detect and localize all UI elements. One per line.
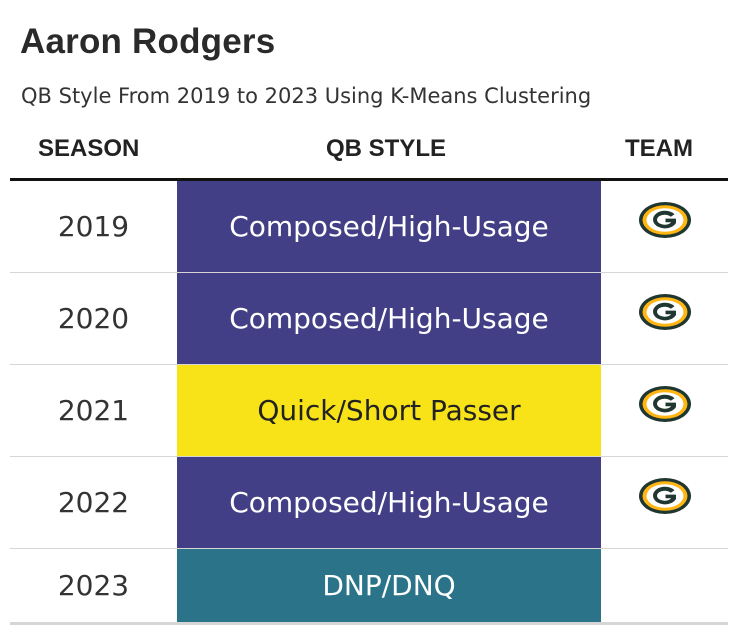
- packers-logo-icon: [639, 478, 691, 514]
- season-cell: 2023: [57, 569, 130, 602]
- column-header-season: SEASON: [38, 135, 140, 162]
- page-subtitle: QB Style From 2019 to 2023 Using K-Means…: [21, 84, 592, 108]
- packers-logo-icon: [639, 202, 691, 238]
- table-row: 2022 Composed/High-Usage: [10, 457, 728, 548]
- team-cell: [601, 365, 728, 456]
- packers-logo-icon: [639, 294, 691, 330]
- table-row: 2021 Quick/Short Passer: [10, 365, 728, 456]
- season-cell: 2020: [57, 302, 130, 335]
- table-bottom-rule: [10, 622, 728, 625]
- table-row: 2019 Composed/High-Usage: [10, 181, 728, 272]
- qb-style-cell: Composed/High-Usage: [177, 181, 601, 272]
- team-cell: [601, 181, 728, 272]
- team-cell: [601, 457, 728, 548]
- table-header: SEASON QB STYLE TEAM: [10, 132, 728, 178]
- season-cell: 2021: [57, 394, 130, 427]
- table-row: 2023 DNP/DNQ: [10, 549, 728, 622]
- page-title: Aaron Rodgers: [20, 22, 276, 61]
- packers-logo-icon: [639, 386, 691, 422]
- qb-style-cell: Composed/High-Usage: [177, 457, 601, 548]
- team-cell: [601, 273, 728, 364]
- table-row: 2020 Composed/High-Usage: [10, 273, 728, 364]
- qb-style-cell: DNP/DNQ: [177, 549, 601, 622]
- team-cell: [601, 549, 728, 622]
- qb-style-cell: Composed/High-Usage: [177, 273, 601, 364]
- season-cell: 2022: [57, 486, 130, 519]
- column-header-qb-style: QB STYLE: [326, 135, 447, 162]
- season-cell: 2019: [57, 210, 130, 243]
- column-header-team: TEAM: [625, 135, 693, 162]
- qb-style-cell: Quick/Short Passer: [177, 365, 601, 456]
